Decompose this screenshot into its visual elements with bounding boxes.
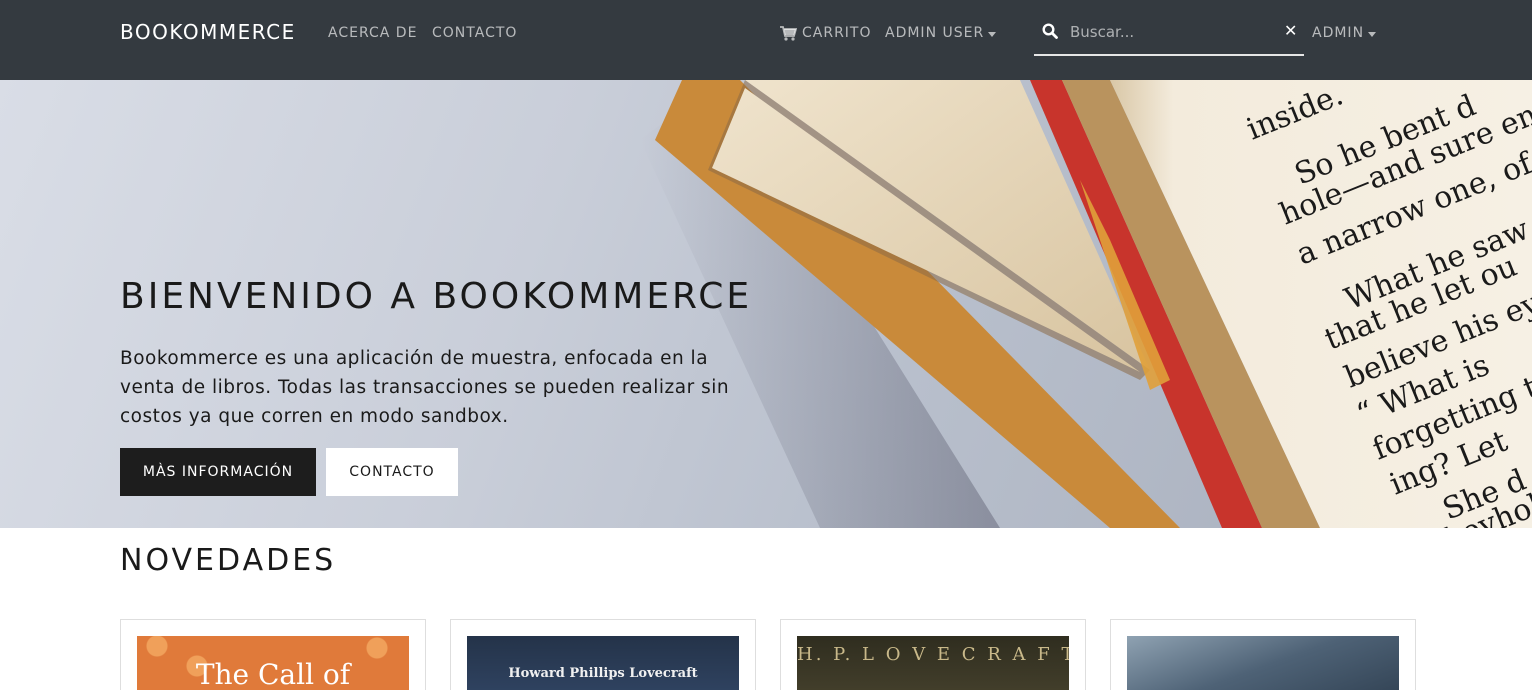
book-cover: Howard Phillips Lovecraft bbox=[467, 636, 739, 690]
caret-down-icon bbox=[1368, 31, 1377, 37]
contact-button[interactable]: CONTACTO bbox=[326, 448, 458, 496]
admin-dropdown[interactable]: ADMIN bbox=[1312, 25, 1377, 41]
search-box: ✕ bbox=[1034, 10, 1304, 56]
book-cover-author: Howard Phillips Lovecraft bbox=[508, 666, 698, 681]
cart-label: CARRITO bbox=[802, 25, 872, 41]
book-cover-author: H. P. L O V E C R A F T bbox=[797, 644, 1069, 665]
book-card[interactable]: The Call of bbox=[120, 619, 426, 690]
hero-description: Bookommerce es una aplicación de muestra… bbox=[120, 348, 730, 427]
book-card[interactable] bbox=[1110, 619, 1416, 690]
navbar: BOOKOMMERCE ACERCA DE CONTACTO CARRITO A… bbox=[0, 0, 1532, 80]
search-icon[interactable] bbox=[1042, 23, 1058, 39]
close-icon[interactable]: ✕ bbox=[1284, 22, 1297, 40]
user-dropdown-label: ADMIN USER bbox=[885, 25, 985, 41]
book-cover: The Call of bbox=[137, 636, 409, 690]
book-cover: H. P. L O V E C R A F T bbox=[797, 636, 1069, 690]
hero-title: BIENVENIDO A BOOKOMMERCE bbox=[120, 276, 753, 317]
nav-cart-link[interactable]: CARRITO bbox=[780, 25, 872, 41]
caret-down-icon bbox=[988, 31, 997, 37]
book-card[interactable]: H. P. L O V E C R A F T bbox=[780, 619, 1086, 690]
nav-link-about[interactable]: ACERCA DE bbox=[328, 25, 417, 41]
cart-icon bbox=[780, 25, 797, 41]
admin-dropdown-label: ADMIN bbox=[1312, 25, 1365, 41]
book-cover-title: The Call of bbox=[195, 658, 351, 690]
book-card[interactable]: Howard Phillips Lovecraft bbox=[450, 619, 756, 690]
more-info-button[interactable]: MÀS INFORMACIÓN bbox=[120, 448, 316, 496]
book-cover bbox=[1127, 636, 1399, 690]
search-input[interactable] bbox=[1070, 18, 1280, 46]
hero-banner: inside. So he bent d hole—and sure en a nar… bbox=[0, 80, 1532, 528]
nav-link-contact[interactable]: CONTACTO bbox=[432, 25, 517, 41]
section-title-novedades: NOVEDADES bbox=[120, 543, 337, 578]
user-dropdown[interactable]: ADMIN USER bbox=[885, 25, 997, 41]
brand-logo[interactable]: BOOKOMMERCE bbox=[120, 20, 296, 44]
